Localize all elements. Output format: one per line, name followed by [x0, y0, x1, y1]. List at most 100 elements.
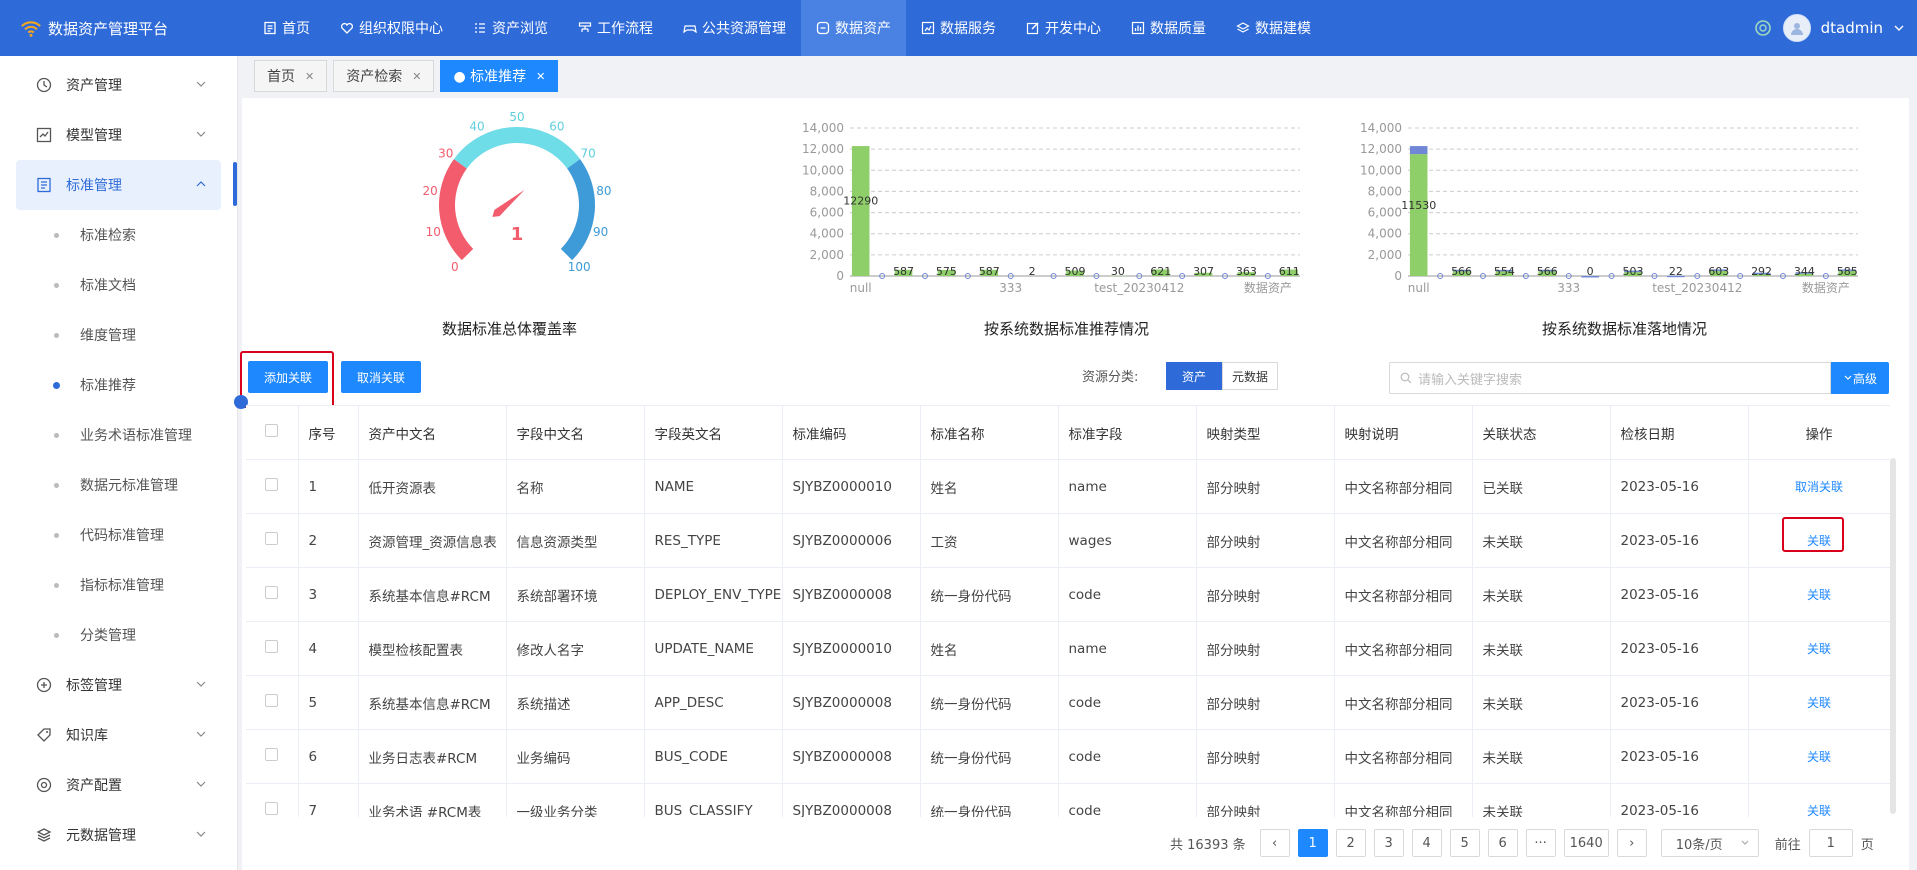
toggle-asset[interactable]: 资产: [1166, 362, 1222, 390]
sidebar-item-dimension-management[interactable]: 维度管理: [0, 310, 237, 360]
select-all-checkbox[interactable]: [265, 424, 279, 437]
wifi-logo-icon: [21, 21, 41, 37]
x-tick-label: null: [1408, 281, 1430, 295]
table-cell: 2: [298, 513, 359, 568]
mapping-table-wrap: 序号 资产中文名 字段中文名 字段英文名 标准编码 标准名称 标准字段 映射类型…: [246, 405, 1890, 817]
page-size-select[interactable]: 10条/页: [1660, 829, 1759, 857]
nav-data-modeling[interactable]: 数据建模: [1221, 0, 1326, 56]
sidebar-group-metadata[interactable]: 元数据管理: [0, 810, 237, 860]
jump-page-input[interactable]: 1: [1808, 829, 1853, 857]
table-cell: 中文名称部分相同: [1334, 459, 1473, 514]
page-button[interactable]: 6: [1487, 829, 1518, 857]
close-icon[interactable]: ✕: [305, 70, 314, 83]
table-cell: 统一身份代码: [920, 729, 1059, 784]
search-input[interactable]: 请输入关键字搜索: [1389, 362, 1831, 394]
nav-home[interactable]: 首页: [248, 0, 325, 56]
nav-dev-center[interactable]: 开发中心: [1011, 0, 1116, 56]
close-icon[interactable]: ✕: [536, 70, 545, 83]
nav-data-service[interactable]: 数据服务: [906, 0, 1011, 56]
sidebar-item-classification[interactable]: 分类管理: [0, 610, 237, 660]
page-ellipsis[interactable]: ···: [1525, 829, 1556, 857]
table-cell: 统一身份代码: [920, 567, 1059, 622]
row-checkbox[interactable]: [265, 478, 279, 491]
sidebar-group-model-management[interactable]: 模型管理: [0, 110, 237, 160]
row-action-link[interactable]: 关联: [1748, 567, 1890, 622]
advanced-search-button[interactable]: 高级: [1831, 362, 1889, 394]
avatar[interactable]: [1782, 14, 1811, 42]
y-tick-label: 2,000: [810, 248, 844, 262]
nav-asset-browse[interactable]: 资产浏览: [458, 0, 563, 56]
sidebar-group-asset-config[interactable]: 资产配置: [0, 760, 237, 810]
table-scrollbar[interactable]: [1890, 458, 1896, 814]
table-cell: 4: [298, 621, 359, 676]
sidebar-group-knowledge-base[interactable]: 知识库: [0, 710, 237, 760]
table-cell: 2023-05-16: [1610, 567, 1749, 622]
row-action-link[interactable]: 关联: [1748, 621, 1890, 676]
row-checkbox[interactable]: [265, 640, 279, 653]
page-button[interactable]: 5: [1449, 829, 1480, 857]
table-cell: 未关联: [1472, 513, 1611, 568]
nav-workflow[interactable]: 工作流程: [563, 0, 668, 56]
row-checkbox[interactable]: [265, 694, 279, 707]
table-cell: 低开资源表: [358, 459, 507, 514]
page-button[interactable]: 1640: [1563, 829, 1609, 857]
asset-icon: [816, 21, 830, 35]
page-button[interactable]: 3: [1373, 829, 1404, 857]
nav-data-asset[interactable]: 数据资产: [801, 0, 906, 56]
tag-icon: [37, 728, 51, 742]
bar[interactable]: [1409, 154, 1428, 276]
tab-standard-recommend[interactable]: ● 标准推荐 ✕: [440, 60, 559, 92]
close-icon[interactable]: ✕: [412, 70, 421, 83]
row-action-link[interactable]: 取消关联: [1748, 459, 1890, 514]
chart-icon: [921, 21, 935, 35]
y-tick-label: 2,000: [1368, 248, 1402, 262]
row-checkbox[interactable]: [265, 586, 279, 599]
row-action-link[interactable]: 关联: [1748, 675, 1890, 730]
nav-label: 公共资源管理: [702, 21, 786, 37]
table-cell: 中文名称部分相同: [1334, 783, 1473, 817]
toggle-metadata[interactable]: 元数据: [1222, 362, 1278, 390]
column-header: 操作: [1748, 405, 1890, 460]
sidebar-group-tag-management[interactable]: 标签管理: [0, 660, 237, 710]
sidebar-group-asset-management[interactable]: 资产管理: [0, 60, 237, 110]
sidebar-item-standard-recommend[interactable]: 标准推荐: [0, 360, 237, 410]
prev-page-button[interactable]: ‹: [1259, 829, 1290, 857]
sidebar-item-standard-docs[interactable]: 标准文档: [0, 260, 237, 310]
nav-public-resource[interactable]: 公共资源管理: [668, 0, 801, 56]
page-button[interactable]: 1: [1297, 829, 1328, 857]
sidebar-label: 业务术语标准管理: [80, 428, 192, 444]
table-row: 4 模型检核配置表 修改人名字 UPDATE_NAME SJYBZ0000010 姓名 na…: [246, 621, 1890, 676]
row-checkbox[interactable]: [265, 748, 279, 761]
bar-secondary[interactable]: [1409, 146, 1428, 155]
sidebar-item-data-element[interactable]: 数据元标准管理: [0, 460, 237, 510]
sidebar-item-business-term[interactable]: 业务术语标准管理: [0, 410, 237, 460]
bar-value-label: 575: [936, 265, 957, 278]
user-icon: [1790, 23, 1803, 35]
sidebar-item-metric-standard[interactable]: 指标标准管理: [0, 560, 237, 610]
sidebar-item-code-standard[interactable]: 代码标准管理: [0, 510, 237, 560]
row-checkbox[interactable]: [265, 802, 279, 815]
row-action-link[interactable]: 关联: [1748, 729, 1890, 784]
table-row: 2 资源管理_资源信息表 信息资源类型 RES_TYPE SJYBZ0000006 工资 w…: [246, 513, 1890, 568]
table-cell: 信息资源类型: [506, 513, 645, 568]
bar[interactable]: [851, 146, 870, 276]
nav-data-quality[interactable]: 数据质量: [1116, 0, 1221, 56]
row-action-link[interactable]: 关联: [1748, 783, 1890, 817]
gauge-tick-label: 50: [509, 110, 524, 124]
sidebar-item-standard-search[interactable]: 标准检索: [0, 210, 237, 260]
page-button[interactable]: 4: [1411, 829, 1442, 857]
brand[interactable]: 数据资产管理平台: [0, 0, 240, 56]
nav-org-permission[interactable]: 组织权限中心: [325, 0, 458, 56]
nav-label: 数据建模: [1255, 21, 1311, 37]
next-page-button[interactable]: ›: [1616, 829, 1647, 857]
gauge-value: 1: [511, 224, 524, 245]
tab-home[interactable]: 首页 ✕: [254, 60, 328, 92]
row-checkbox[interactable]: [265, 532, 279, 545]
sidebar-group-standard-management[interactable]: 标准管理: [16, 160, 221, 210]
page-button[interactable]: 2: [1335, 829, 1366, 857]
openai-icon[interactable]: [1753, 18, 1773, 38]
cancel-link-button[interactable]: 取消关联: [341, 361, 421, 393]
tab-asset-search[interactable]: 资产检索 ✕: [333, 60, 435, 92]
username[interactable]: dtadmin: [1821, 19, 1883, 37]
chevron-down-icon[interactable]: [1893, 22, 1905, 34]
